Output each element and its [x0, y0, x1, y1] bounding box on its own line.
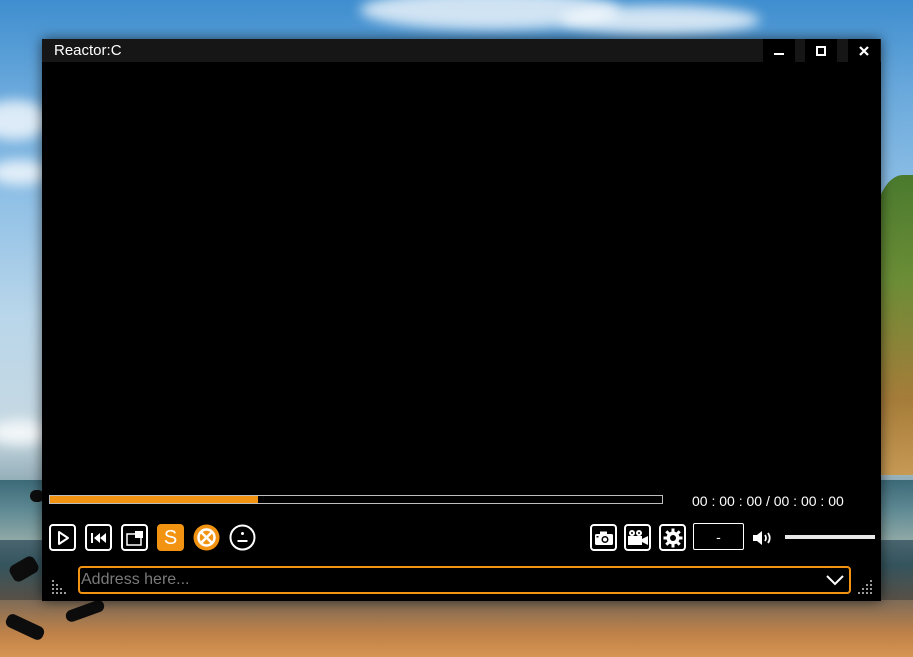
subtitle-s-icon: S [163, 526, 178, 549]
subtitle-button[interactable]: S [157, 524, 184, 551]
video-camera-icon [627, 529, 648, 545]
neutral-face-icon [229, 524, 256, 551]
media-player-window: Reactor:C 00 : 00 : 00 / 00 : 00 : 00 S … [42, 39, 881, 601]
address-dropdown-button[interactable] [823, 570, 847, 590]
popout-button[interactable] [121, 524, 148, 551]
time-display: 00 : 00 : 00 / 00 : 00 : 00 [692, 493, 844, 509]
close-icon [859, 45, 869, 56]
gear-icon [663, 528, 682, 547]
address-input[interactable] [80, 568, 816, 592]
volume-slider-fill [785, 535, 875, 539]
settings-button[interactable] [659, 524, 686, 551]
volume-button[interactable] [750, 524, 776, 551]
speaker-icon [753, 530, 771, 545]
video-area[interactable] [42, 62, 881, 491]
chevron-down-icon [826, 575, 844, 586]
snapshot-button[interactable] [590, 524, 617, 551]
resize-grip-left-icon[interactable] [51, 576, 69, 594]
play-button[interactable] [49, 524, 76, 551]
skip-back-icon [90, 532, 106, 543]
camera-icon [594, 531, 613, 545]
window-title: Reactor:C [54, 42, 122, 59]
maximize-button[interactable] [805, 39, 837, 62]
window-popout-icon [125, 530, 143, 546]
x-circle-icon [193, 524, 220, 551]
maximize-icon [816, 45, 826, 56]
address-bar [78, 566, 851, 594]
volume-slider[interactable] [785, 535, 875, 539]
quality-selector[interactable]: - [693, 523, 744, 550]
previous-button[interactable] [85, 524, 112, 551]
stop-button[interactable] [193, 524, 220, 551]
resize-grip-right-icon[interactable] [855, 576, 873, 594]
minimize-button[interactable] [763, 39, 795, 62]
play-icon [57, 530, 69, 545]
close-button[interactable] [848, 39, 880, 62]
seek-bar-progress [50, 496, 259, 503]
seek-bar[interactable] [49, 495, 663, 504]
minimize-icon [774, 52, 784, 55]
record-button[interactable] [624, 524, 651, 551]
mood-button[interactable] [229, 524, 256, 551]
title-bar[interactable]: Reactor:C [42, 39, 881, 62]
